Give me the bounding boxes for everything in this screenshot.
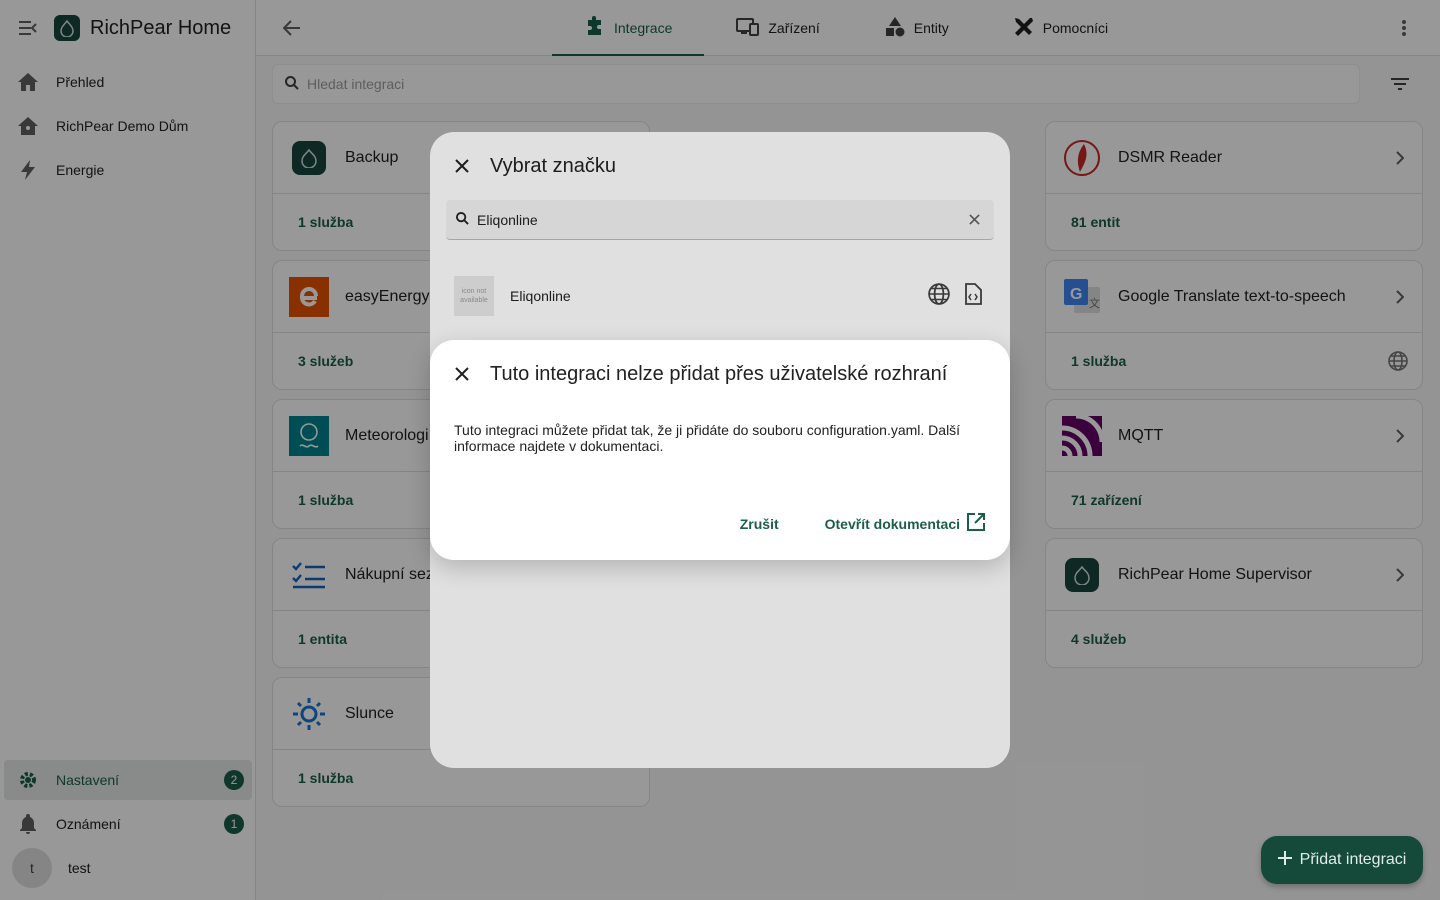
dialog-title: Tuto integraci nelze přidat přes uživate… [490, 363, 948, 385]
open-in-new-icon [966, 512, 986, 535]
dialog-body: Tuto integraci můžete přidat tak, že ji … [454, 422, 961, 454]
close-icon[interactable] [452, 364, 472, 384]
plus-icon [1277, 850, 1292, 870]
alert-dialog: Tuto integraci nelze přidat přes uživate… [430, 340, 1010, 560]
button-label: Přidat integraci [1299, 851, 1407, 868]
add-integration-button[interactable]: Přidat integraci [1261, 836, 1423, 884]
button-label: Otevřít dokumentaci [824, 515, 960, 532]
cancel-button[interactable]: Zrušit [740, 516, 779, 532]
open-documentation-button[interactable]: Otevřít dokumentaci [825, 512, 986, 535]
